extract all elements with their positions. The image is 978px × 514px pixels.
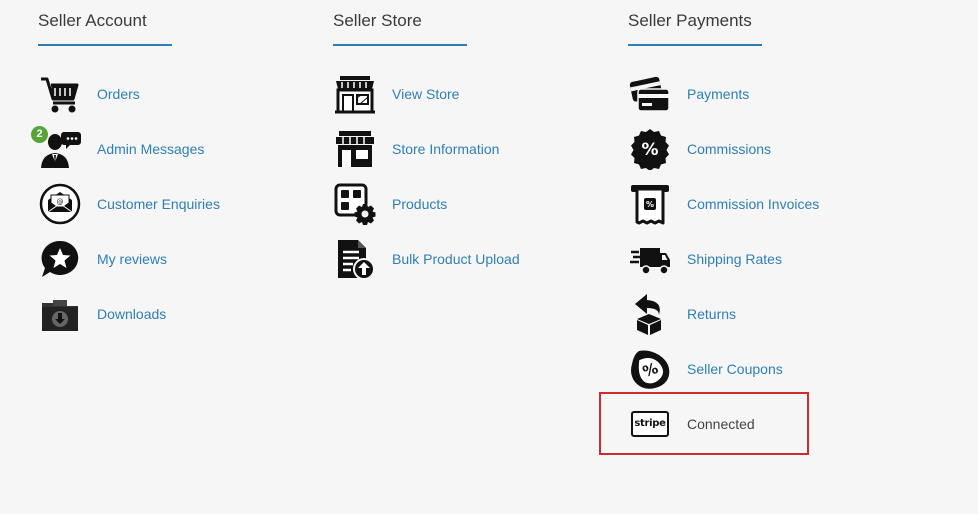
bulk-upload-icon [333, 237, 377, 281]
menu-label: Bulk Product Upload [392, 250, 520, 267]
percent-badge-icon: % [628, 127, 672, 171]
seller-store-heading: Seller Store [333, 11, 422, 30]
products-gear-icon [333, 182, 377, 226]
star-bubble-icon [38, 237, 82, 281]
seller-account-column: Seller Account Orders 2 Admin Messages @… [31, 0, 318, 341]
stripe-logo-icon: stripe [628, 402, 672, 446]
menu-item-my-reviews[interactable]: My reviews [38, 231, 318, 286]
menu-item-customer-enquiries[interactable]: @ Customer Enquiries [38, 176, 318, 231]
menu-label: Admin Messages [97, 140, 205, 157]
menu-item-downloads[interactable]: Downloads [38, 286, 318, 341]
stripe-logo-text: stripe [634, 418, 666, 429]
menu-item-seller-coupons[interactable]: % Seller Coupons [628, 341, 908, 396]
store-info-icon [333, 127, 377, 171]
stripe-logo: stripe [631, 410, 669, 437]
svg-text:%: % [646, 200, 654, 209]
seller-dashboard: Seller Account Orders 2 Admin Messages @… [0, 0, 978, 514]
seller-store-column: Seller Store View Store Store Informatio… [333, 0, 613, 286]
menu-item-view-store[interactable]: View Store [333, 66, 613, 121]
menu-item-commission-invoices[interactable]: % Commission Invoices [628, 176, 908, 231]
menu-label: Shipping Rates [687, 250, 782, 267]
email-envelope-icon: @ [38, 182, 82, 226]
menu-label: Store Information [392, 140, 500, 157]
menu-item-products[interactable]: Products [333, 176, 613, 231]
unread-count-badge: 2 [31, 125, 48, 143]
menu-label: My reviews [97, 250, 168, 267]
menu-item-admin-messages[interactable]: 2 Admin Messages [31, 121, 318, 176]
menu-label: Returns [687, 305, 737, 322]
menu-item-payments[interactable]: Payments [628, 66, 908, 121]
menu-item-orders[interactable]: Orders [38, 66, 318, 121]
coupon-tag-icon: % [628, 347, 672, 391]
heading-underline [628, 44, 762, 46]
menu-label: Orders [97, 85, 140, 102]
menu-item-store-information[interactable]: Store Information [333, 121, 613, 176]
menu-item-stripe-connected[interactable]: stripe Connected [628, 396, 908, 451]
seller-payments-menu: Payments % Commissions % Commission Invo… [628, 66, 908, 451]
heading-underline [333, 44, 467, 46]
menu-label: Products [392, 195, 448, 212]
menu-label: View Store [392, 85, 460, 102]
storefront-icon [333, 72, 377, 116]
menu-label: Payments [687, 85, 750, 102]
stripe-connection-status: Connected [687, 415, 755, 432]
heading-underline [38, 44, 172, 46]
seller-store-menu: View Store Store Information Products Bu… [333, 66, 613, 286]
admin-messages-icon: 2 [31, 125, 82, 171]
seller-account-menu: Orders 2 Admin Messages @ Customer Enqui… [31, 66, 318, 341]
seller-payments-column: Seller Payments Payments % Commissions %… [628, 0, 908, 451]
menu-label: Customer Enquiries [97, 195, 220, 212]
menu-item-shipping-rates[interactable]: Shipping Rates [628, 231, 908, 286]
seller-account-heading: Seller Account [38, 11, 147, 30]
menu-item-bulk-product-upload[interactable]: Bulk Product Upload [333, 231, 613, 286]
delivery-truck-icon [628, 237, 672, 281]
credit-card-icon [628, 72, 672, 116]
menu-label: Seller Coupons [687, 360, 783, 377]
menu-label: Commissions [687, 140, 772, 157]
svg-text:%: % [641, 140, 658, 160]
menu-label: Commission Invoices [687, 195, 820, 212]
menu-item-returns[interactable]: Returns [628, 286, 908, 341]
shopping-cart-icon [38, 72, 82, 116]
download-folder-icon [38, 292, 82, 336]
menu-label: Downloads [97, 305, 167, 322]
menu-item-commissions[interactable]: % Commissions [628, 121, 908, 176]
return-box-icon [628, 292, 672, 336]
seller-payments-heading: Seller Payments [628, 11, 752, 30]
invoice-receipt-icon: % [628, 182, 672, 226]
